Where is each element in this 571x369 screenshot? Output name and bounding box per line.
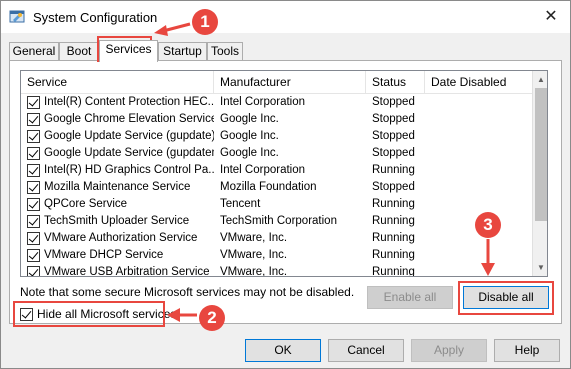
service-row[interactable]: Intel(R) Content Protection HEC... Intel…: [21, 94, 532, 111]
service-manufacturer: Tencent: [220, 198, 261, 210]
service-date-disabled: [431, 196, 531, 213]
service-row[interactable]: Google Update Service (gupdate) Google I…: [21, 128, 532, 145]
services-list[interactable]: Service Manufacturer Status Date Disable…: [20, 70, 548, 277]
service-status: Running: [372, 266, 415, 277]
service-status: Stopped: [372, 181, 415, 193]
vertical-scrollbar[interactable]: ▲ ▼: [532, 71, 547, 276]
service-rows: Intel(R) Content Protection HEC... Intel…: [21, 94, 532, 277]
service-date-disabled: [431, 94, 531, 111]
service-status: Running: [372, 215, 415, 227]
service-row[interactable]: Intel(R) HD Graphics Control Pa... Intel…: [21, 162, 532, 179]
service-manufacturer: Intel Corporation: [220, 164, 306, 176]
service-name: VMware Authorization Service: [44, 232, 198, 244]
column-header-manufacturer[interactable]: Manufacturer: [214, 71, 366, 94]
service-manufacturer: TechSmith Corporation: [220, 215, 337, 227]
scroll-up-arrow-icon[interactable]: ▲: [533, 71, 547, 88]
ok-button[interactable]: OK: [245, 339, 321, 362]
column-header-status[interactable]: Status: [366, 71, 425, 94]
service-status: Stopped: [372, 113, 415, 125]
service-date-disabled: [431, 145, 531, 162]
window-title: System Configuration: [33, 10, 158, 25]
service-status: Stopped: [372, 96, 415, 108]
tab-boot[interactable]: Boot: [59, 42, 99, 61]
service-manufacturer: VMware, Inc.: [220, 266, 288, 277]
service-checkbox[interactable]: [27, 232, 40, 245]
close-icon[interactable]: ✕: [538, 4, 564, 30]
service-status: Stopped: [372, 130, 415, 142]
service-date-disabled: [431, 179, 531, 196]
service-name: Google Update Service (gupdate): [44, 130, 214, 142]
service-status: Running: [372, 198, 415, 210]
secure-services-note: Note that some secure Microsoft services…: [20, 285, 355, 299]
service-name: Mozilla Maintenance Service: [44, 181, 191, 193]
service-name: VMware USB Arbitration Service: [44, 266, 210, 277]
service-checkbox[interactable]: [27, 181, 40, 194]
service-row[interactable]: VMware Authorization Service VMware, Inc…: [21, 230, 532, 247]
service-manufacturer: Google Inc.: [220, 147, 279, 159]
list-header: Service Manufacturer Status Date Disable…: [21, 71, 532, 94]
column-header-date-disabled[interactable]: Date Disabled: [425, 71, 532, 94]
service-manufacturer: Intel Corporation: [220, 96, 306, 108]
service-row[interactable]: TechSmith Uploader Service TechSmith Cor…: [21, 213, 532, 230]
service-manufacturer: Google Inc.: [220, 130, 279, 142]
service-checkbox[interactable]: [27, 215, 40, 228]
service-manufacturer: Google Inc.: [220, 113, 279, 125]
service-status: Running: [372, 164, 415, 176]
service-checkbox[interactable]: [27, 113, 40, 126]
service-checkbox[interactable]: [27, 130, 40, 143]
help-button[interactable]: Help: [494, 339, 560, 362]
highlight-disable-all: [458, 281, 554, 315]
service-date-disabled: [431, 264, 531, 276]
tab-startup[interactable]: Startup: [158, 42, 207, 61]
service-date-disabled: [431, 247, 531, 264]
service-date-disabled: [431, 111, 531, 128]
service-row[interactable]: Google Update Service (gupdatem) Google …: [21, 145, 532, 162]
service-checkbox[interactable]: [27, 147, 40, 160]
service-name: Google Update Service (gupdatem): [44, 147, 214, 159]
service-status: Running: [372, 249, 415, 261]
service-date-disabled: [431, 128, 531, 145]
service-row[interactable]: Google Chrome Elevation Service Google I…: [21, 111, 532, 128]
service-name: TechSmith Uploader Service: [44, 215, 190, 227]
column-header-service[interactable]: Service: [21, 71, 214, 94]
service-checkbox[interactable]: [27, 96, 40, 109]
service-date-disabled: [431, 162, 531, 179]
step-badge-1: 1: [192, 9, 218, 35]
service-status: Running: [372, 232, 415, 244]
service-name: VMware DHCP Service: [44, 249, 164, 261]
service-status: Stopped: [372, 147, 415, 159]
service-name: Intel(R) Content Protection HEC...: [44, 96, 214, 108]
service-checkbox[interactable]: [27, 249, 40, 262]
title-bar: System Configuration ✕: [1, 1, 570, 33]
service-checkbox[interactable]: [27, 164, 40, 177]
service-name: QPCore Service: [44, 198, 128, 210]
cancel-button[interactable]: Cancel: [328, 339, 404, 362]
scroll-thumb[interactable]: [535, 88, 547, 221]
service-row[interactable]: QPCore Service Tencent Running: [21, 196, 532, 213]
step-badge-3: 3: [475, 212, 501, 238]
apply-button[interactable]: Apply: [411, 339, 487, 362]
system-config-icon: [9, 9, 25, 25]
service-row[interactable]: Mozilla Maintenance Service Mozilla Foun…: [21, 179, 532, 196]
step-badge-2: 2: [199, 305, 225, 331]
scroll-down-arrow-icon[interactable]: ▼: [533, 259, 547, 276]
service-row[interactable]: VMware USB Arbitration Service VMware, I…: [21, 264, 532, 277]
service-name: Intel(R) HD Graphics Control Pa...: [44, 164, 214, 176]
service-manufacturer: VMware, Inc.: [220, 232, 288, 244]
tab-tools[interactable]: Tools: [207, 42, 243, 61]
highlight-hide-microsoft: [13, 301, 165, 327]
tab-services[interactable]: Services: [99, 40, 158, 62]
service-manufacturer: Mozilla Foundation: [220, 181, 317, 193]
service-name: Google Chrome Elevation Service: [44, 113, 214, 125]
service-checkbox[interactable]: [27, 198, 40, 211]
enable-all-button[interactable]: Enable all: [367, 286, 453, 309]
tab-general[interactable]: General: [9, 42, 59, 61]
service-row[interactable]: VMware DHCP Service VMware, Inc. Running: [21, 247, 532, 264]
service-manufacturer: VMware, Inc.: [220, 249, 288, 261]
service-checkbox[interactable]: [27, 266, 40, 276]
